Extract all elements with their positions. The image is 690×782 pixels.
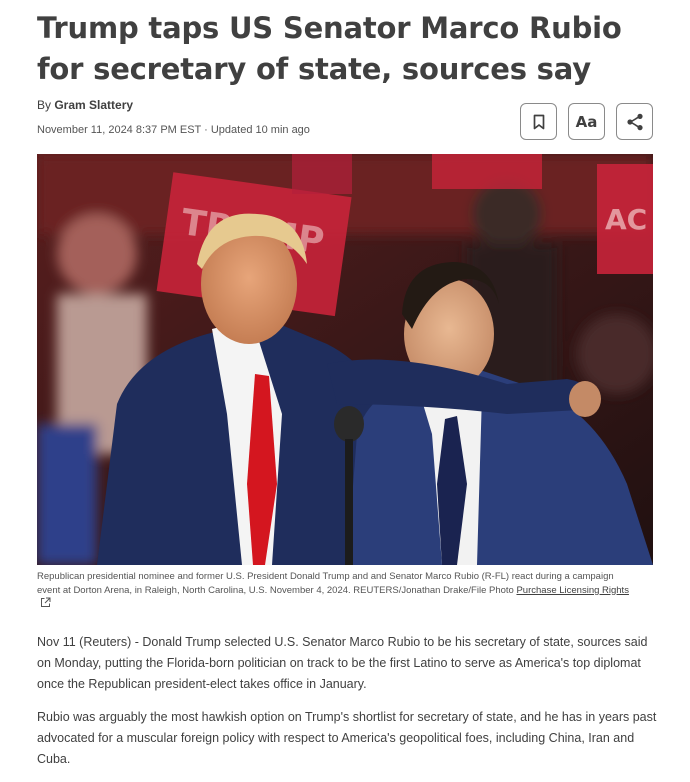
- photo-caption: Republican presidential nominee and form…: [37, 570, 637, 611]
- purchase-licensing-link[interactable]: Purchase Licensing Rights: [516, 585, 628, 596]
- article-toolbar: Aa: [520, 103, 653, 140]
- share-icon: [626, 113, 643, 130]
- byline: By Gram Slattery: [37, 98, 133, 112]
- external-link-icon[interactable]: [40, 597, 51, 608]
- font-size-label: Aa: [575, 112, 598, 131]
- share-button[interactable]: [616, 103, 653, 140]
- bookmark-button[interactable]: [520, 103, 557, 140]
- paragraph-2: Rubio was arguably the most hawkish opti…: [37, 710, 657, 766]
- author-link[interactable]: Gram Slattery: [54, 98, 133, 112]
- article-photo: TRUMP AC: [37, 154, 653, 565]
- byline-prefix: By: [37, 98, 55, 112]
- sign-text-right: AC: [605, 203, 647, 236]
- font-size-button[interactable]: Aa: [568, 103, 605, 140]
- article-headline: Trump taps US Senator Marco Rubio for se…: [37, 11, 622, 86]
- article-dateline: November 11, 2024 8:37 PM EST · Updated …: [37, 124, 310, 136]
- bookmark-icon: [533, 114, 544, 129]
- article-page: Trump taps US Senator Marco Rubio for se…: [0, 0, 690, 782]
- paragraph-1: Nov 11 (Reuters) - Donald Trump selected…: [37, 635, 648, 691]
